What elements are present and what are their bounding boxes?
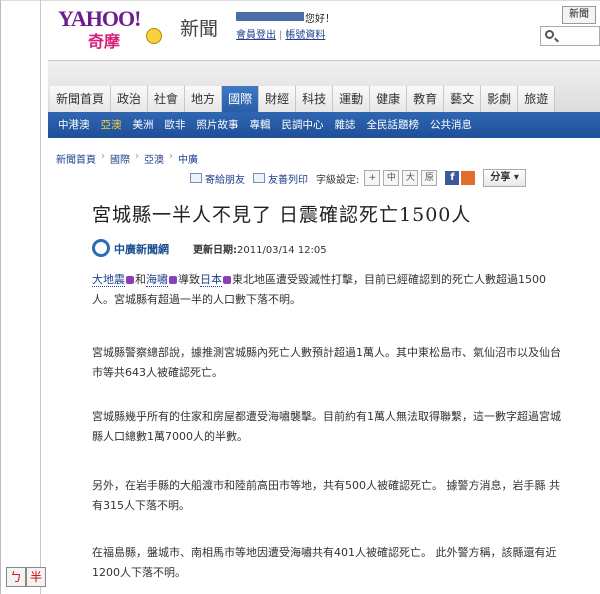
logo-qimo-text: 奇摩 [88,32,121,51]
smiley-icon [146,28,162,44]
breadcrumb-arrow-icon: › [135,151,139,162]
tab-sports[interactable]: 運動 [333,86,371,112]
source-logo[interactable]: 中廣新聞網 [92,238,188,258]
tab-politics[interactable]: 政治 [111,86,149,112]
keyword-link[interactable]: 大地震 [92,273,125,287]
bcc-logo-icon [92,239,110,257]
print-label: 友善列印 [268,174,308,186]
subnav-polls[interactable]: 民調中心 [282,112,324,138]
tab-entertainment[interactable]: 影劇 [481,86,519,112]
font-medium-button[interactable]: 中 [383,170,400,186]
breadcrumb-item[interactable]: 新聞首頁 [56,151,96,166]
share-button[interactable]: 分享 ▾ [483,169,526,187]
subnav-americas[interactable]: 美洲 [133,112,154,138]
font-size-label: 字級設定: [316,174,360,186]
print-button[interactable]: 友善列印 [253,171,308,186]
source-name: 中廣新聞網 [114,243,169,256]
main-tabs: 新聞首頁 政治 社會 地方 國際 財經 科技 運動 健康 教育 藝文 影劇 旅遊 [50,86,556,112]
greeting-text: 您好！ [305,14,335,25]
keyword-icon [169,276,177,284]
keyword-icon [126,276,134,284]
font-large-button[interactable]: 大 [402,170,419,186]
tab-finance[interactable]: 財經 [259,86,297,112]
article-paragraph: 另外，在岩手縣的大船渡市和陸前高田市等地，共有500人被確認死亡。 據警方消息，… [92,479,560,512]
share-label: 分享 [490,172,511,183]
mail-friend-button[interactable]: 寄給朋友 [190,171,245,186]
article-headline: 宮城縣一半人不見了 日震確認死亡1500人 [92,204,472,226]
subnav-magazine[interactable]: 雜誌 [335,112,356,138]
search-icon [545,30,554,39]
subnav-photo-stories[interactable]: 照片故事 [197,112,239,138]
section-name: 新聞 [180,18,219,40]
tab-education[interactable]: 教育 [407,86,445,112]
tab-arts[interactable]: 藝文 [444,86,482,112]
news-search-button[interactable]: 新聞 [562,6,596,24]
breadcrumb-arrow-icon: › [101,151,105,162]
printer-icon [253,173,265,183]
article-paragraph: 大地震 和海嘯 導致日本 東北地區遭受毀滅性打擊，目前已經確認到的死亡人數超過1500… [92,270,562,310]
subnav-public-notices[interactable]: 公共消息 [430,112,472,138]
subnav-features[interactable]: 專輯 [250,112,271,138]
logout-link[interactable]: 會員登出 [236,30,276,41]
tab-travel[interactable]: 旅遊 [518,86,556,112]
left-divider [40,0,41,594]
breadcrumb-arrow-icon: › [169,151,173,162]
plurk-icon[interactable] [461,171,476,185]
ime-mode-icon[interactable]: ㄅ [6,567,26,587]
ime-width-icon[interactable]: 半 [26,567,46,587]
subnav: 中港澳 亞澳 美洲 歐非 照片故事 專輯 民調中心 雜誌 全民話題榜 公共消息 [58,112,483,138]
paragraph-text: 導致 [178,273,200,286]
article-toolbar: 寄給朋友 友善列印 字級設定: + 中 大 原 f 分享 ▾ [190,168,526,188]
username-redacted [236,12,304,21]
article-paragraph: 在福島縣，盤城市、南相馬市等地因遭受海嘯共有401人被確認死亡。 此外警方稱，該… [92,546,557,579]
search-input[interactable] [540,26,600,46]
subnav-europe-africa[interactable]: 歐非 [165,112,186,138]
update-value: 2011/03/14 12:05 [237,245,327,256]
subnav-greater-china[interactable]: 中港澳 [58,112,90,138]
keyword-icon [223,276,231,284]
envelope-icon [190,173,202,183]
tab-international[interactable]: 國際 [222,86,260,112]
update-label: 更新日期: [193,245,237,256]
yahoo-logo[interactable]: YAHOO! 奇摩 [58,6,178,51]
font-increase-button[interactable]: + [364,170,381,186]
breadcrumb-item[interactable]: 國際 [110,151,130,166]
link-separator: | [279,30,283,41]
breadcrumb-item[interactable]: 中廣 [178,151,198,166]
facebook-icon[interactable]: f [445,171,460,185]
update-date: 更新日期:2011/03/14 12:05 [193,241,327,256]
ime-indicator[interactable]: ㄅ 半 [6,567,46,587]
subnav-hot-topics[interactable]: 全民話題榜 [367,112,420,138]
chevron-down-icon: ▾ [513,172,519,183]
tab-news-home[interactable]: 新聞首頁 [50,86,112,112]
tab-society[interactable]: 社會 [148,86,186,112]
tab-local[interactable]: 地方 [185,86,223,112]
account-link[interactable]: 帳號資料 [285,30,325,41]
paragraph-text: 和 [135,273,146,286]
tab-tech[interactable]: 科技 [296,86,334,112]
keyword-link[interactable]: 海嘯 [146,273,168,287]
subnav-asia-pacific[interactable]: 亞澳 [101,112,122,138]
font-reset-button[interactable]: 原 [421,170,438,186]
breadcrumb-item[interactable]: 亞澳 [144,151,164,166]
mail-friend-label: 寄給朋友 [205,174,245,186]
article-paragraph: 宮城縣幾乎所有的住家和房屋都遭受海嘯襲擊。目前約有1萬人無法取得聯繫，這一數字超… [92,410,561,443]
article-paragraph: 宮城縣警察總部說，據推測宮城縣內死亡人數預計超過1萬人。其中東松島市、氣仙沼市以… [92,346,561,379]
user-links: 會員登出 | 帳號資料 [236,26,325,41]
keyword-link[interactable]: 日本 [200,273,222,287]
breadcrumb: 新聞首頁 › 國際 › 亞澳 › 中廣 [56,151,198,166]
tab-health[interactable]: 健康 [370,86,408,112]
